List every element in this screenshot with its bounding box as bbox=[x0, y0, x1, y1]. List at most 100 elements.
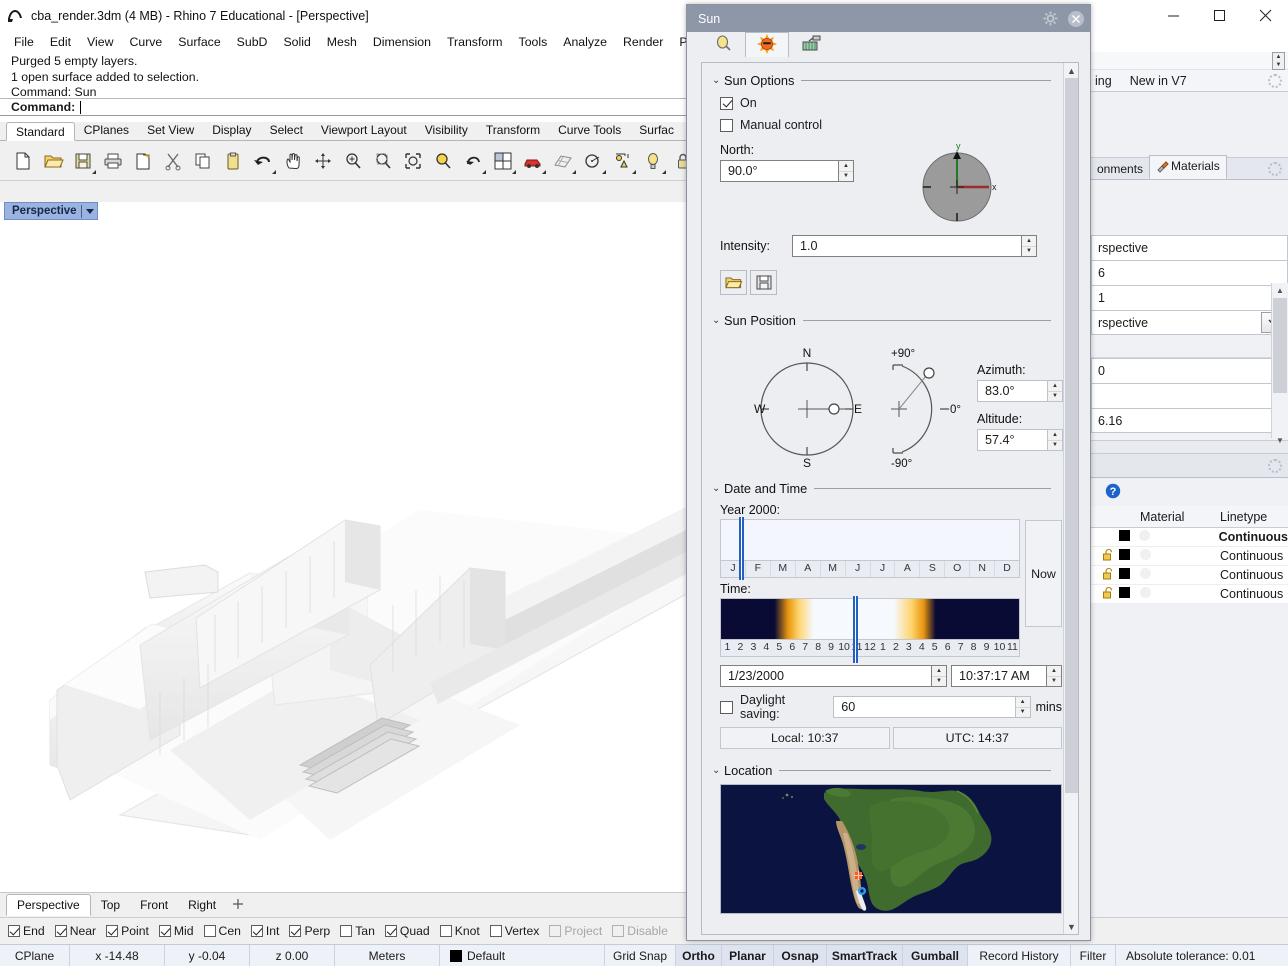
chevron-down-icon[interactable]: ⌄ bbox=[712, 75, 724, 86]
location-map[interactable] bbox=[720, 784, 1062, 914]
toolbar-tab-standard[interactable]: Standard bbox=[6, 122, 75, 141]
sun-panel-scrollbar[interactable]: ▲ ▼ bbox=[1063, 63, 1078, 934]
table-row[interactable]: Continuous bbox=[1091, 585, 1288, 604]
checkbox[interactable] bbox=[385, 925, 397, 937]
dock-field-value-2[interactable]: 6 bbox=[1091, 260, 1288, 285]
chevron-down-icon[interactable] bbox=[86, 209, 94, 214]
menu-subd[interactable]: SubD bbox=[229, 33, 276, 51]
material-swatch[interactable] bbox=[1140, 587, 1151, 598]
daylight-minutes-input[interactable]: 60 bbox=[833, 696, 1015, 718]
toolbar-tab-display[interactable]: Display bbox=[203, 121, 260, 140]
paste-icon[interactable] bbox=[218, 146, 248, 176]
rotate-view-icon[interactable] bbox=[458, 146, 488, 176]
menu-solid[interactable]: Solid bbox=[275, 33, 318, 51]
viewport-tab-front[interactable]: Front bbox=[130, 895, 178, 915]
layer-color-swatch[interactable] bbox=[1119, 568, 1130, 579]
osnap-knot[interactable]: Knot bbox=[440, 924, 480, 938]
dock-field-value-5[interactable]: 0 bbox=[1091, 358, 1288, 383]
viewport-tab-perspective[interactable]: Perspective bbox=[6, 894, 91, 916]
status-layer[interactable]: Default bbox=[440, 945, 605, 966]
zoom-window-icon[interactable] bbox=[398, 146, 428, 176]
toolbar-tab-set-view[interactable]: Set View bbox=[138, 121, 203, 140]
status-grid-snap[interactable]: Grid Snap bbox=[605, 945, 676, 966]
scroll-down-arrow-icon[interactable]: ▼ bbox=[1272, 433, 1288, 448]
time-input[interactable]: 10:37:17 AM bbox=[951, 665, 1047, 687]
gear-icon[interactable] bbox=[1268, 459, 1282, 473]
date-spinbox[interactable]: 1/23/2000 ▲▼ bbox=[720, 665, 947, 687]
checkbox[interactable] bbox=[106, 925, 118, 937]
world-map-south-america[interactable] bbox=[721, 785, 1061, 913]
viewport-layout-icon[interactable] bbox=[488, 146, 518, 176]
copy-icon[interactable] bbox=[188, 146, 218, 176]
cut-scissors-icon[interactable] bbox=[158, 146, 188, 176]
toolbar-tab-transform[interactable]: Transform bbox=[477, 121, 549, 140]
time-spinbox[interactable]: 10:37:17 AM ▲▼ bbox=[951, 665, 1062, 687]
print-icon[interactable] bbox=[98, 146, 128, 176]
new-file-icon[interactable] bbox=[8, 146, 38, 176]
toolbar-tab-surface-tools[interactable]: Surfac bbox=[630, 121, 683, 140]
spinner-control[interactable]: ▲▼ bbox=[839, 160, 854, 182]
dock-splitter[interactable] bbox=[1091, 440, 1288, 454]
open-folder-icon[interactable] bbox=[38, 146, 68, 176]
checkbox[interactable] bbox=[340, 925, 352, 937]
material-swatch[interactable] bbox=[1140, 568, 1151, 579]
osnap-vertex[interactable]: Vertex bbox=[490, 924, 540, 938]
osnap-tan[interactable]: Tan bbox=[340, 924, 375, 938]
checkbox[interactable] bbox=[159, 925, 171, 937]
tab-lights[interactable] bbox=[701, 32, 745, 57]
checkbox[interactable] bbox=[612, 925, 624, 937]
section-location[interactable]: ⌄ Location bbox=[712, 763, 1065, 778]
layer-color-swatch[interactable] bbox=[1119, 530, 1130, 541]
table-row[interactable]: Continuous bbox=[1091, 547, 1288, 566]
tab-skylight[interactable] bbox=[789, 32, 833, 57]
circle-snap-icon[interactable] bbox=[578, 146, 608, 176]
toolbar-tab-select[interactable]: Select bbox=[261, 121, 312, 140]
dock-field-value-7[interactable]: 6.16 bbox=[1091, 408, 1288, 433]
checkbox[interactable] bbox=[204, 925, 216, 937]
menu-file[interactable]: File bbox=[6, 33, 42, 51]
viewport-tab-right[interactable]: Right bbox=[178, 895, 226, 915]
save-icon[interactable] bbox=[750, 270, 777, 295]
osnap-project[interactable]: Project bbox=[549, 924, 602, 938]
unlocked-padlock-icon[interactable] bbox=[1103, 568, 1119, 583]
menu-render[interactable]: Render bbox=[615, 33, 671, 51]
menu-surface[interactable]: Surface bbox=[170, 33, 228, 51]
date-input[interactable]: 1/23/2000 bbox=[720, 665, 932, 687]
layer-color-swatch[interactable] bbox=[1119, 587, 1130, 598]
checkbox[interactable] bbox=[720, 701, 733, 714]
toolbar-tab-cplanes[interactable]: CPlanes bbox=[75, 121, 138, 140]
unlocked-padlock-icon[interactable] bbox=[1103, 587, 1119, 602]
intensity-input[interactable]: 1.0 bbox=[792, 235, 1022, 257]
altitude-dial[interactable]: +90° -90° 0° bbox=[877, 343, 987, 471]
table-row[interactable]: Continuous bbox=[1091, 528, 1288, 547]
status-filter[interactable]: Filter bbox=[1071, 945, 1116, 966]
sun-panel-titlebar[interactable]: Sun bbox=[687, 5, 1090, 32]
layer-color-swatch[interactable] bbox=[1119, 549, 1130, 560]
gumball-move-icon[interactable] bbox=[308, 146, 338, 176]
menu-mesh[interactable]: Mesh bbox=[319, 33, 365, 51]
menu-curve[interactable]: Curve bbox=[121, 33, 170, 51]
close-button[interactable] bbox=[1242, 0, 1288, 31]
menu-analyze[interactable]: Analyze bbox=[555, 33, 615, 51]
spinner-control[interactable]: ▲▼ bbox=[1047, 665, 1062, 687]
spinner-control[interactable]: ▲▼ bbox=[1272, 52, 1285, 70]
viewport-tab-top[interactable]: Top bbox=[91, 895, 130, 915]
gear-icon[interactable] bbox=[1268, 74, 1282, 88]
scroll-down-arrow-icon[interactable]: ▼ bbox=[1064, 919, 1079, 934]
toolbar-tab-viewport-layout[interactable]: Viewport Layout bbox=[312, 121, 416, 140]
osnap-quad[interactable]: Quad bbox=[385, 924, 430, 938]
menu-view[interactable]: View bbox=[79, 33, 121, 51]
checkbox[interactable] bbox=[720, 97, 733, 110]
zoom-selected-icon[interactable] bbox=[428, 146, 458, 176]
minimize-button[interactable] bbox=[1150, 0, 1196, 31]
azimuth-compass-dial[interactable]: N S W E bbox=[750, 343, 865, 471]
dock-field-viewport-name[interactable]: rspective bbox=[1091, 235, 1288, 260]
year-slider-handle[interactable] bbox=[739, 517, 744, 580]
checkbox[interactable] bbox=[490, 925, 502, 937]
status-cplane[interactable]: CPlane bbox=[0, 945, 70, 966]
altitude-spinbox[interactable]: 57.4° ▲▼ bbox=[977, 429, 1063, 451]
menu-edit[interactable]: Edit bbox=[42, 33, 79, 51]
section-sun-position[interactable]: ⌄ Sun Position bbox=[712, 313, 1065, 328]
dock-tab-rendering[interactable]: ing bbox=[1091, 74, 1112, 88]
dock-field-projection[interactable]: rspective bbox=[1091, 310, 1288, 335]
